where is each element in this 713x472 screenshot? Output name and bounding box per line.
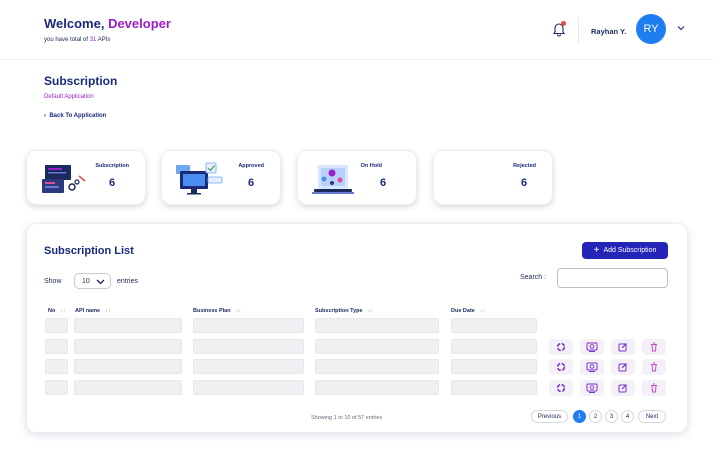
table-cell (451, 339, 537, 354)
table-cell (193, 380, 304, 395)
edit-icon (618, 343, 627, 352)
page-subtitle: Default Application (44, 94, 94, 100)
table-cell (451, 318, 537, 333)
page-title: Subscription (44, 74, 118, 88)
table-cell (315, 359, 439, 374)
card-approved[interactable]: Approved 6 (161, 150, 281, 205)
table-cell (45, 318, 68, 333)
column-header-due-date[interactable]: Due Date ↓↑ (451, 308, 485, 314)
pagination-next[interactable]: Next (638, 410, 666, 423)
column-header-subscription-type[interactable]: Subscription Type ↓↑ (315, 308, 373, 314)
sort-icon: ↓↑ (235, 308, 242, 314)
sort-icon: ↓↑ (105, 308, 111, 314)
refresh-icon (556, 362, 566, 372)
table-cell (451, 359, 537, 374)
header-divider (578, 17, 579, 43)
refresh-icon (556, 383, 566, 393)
refresh-button[interactable] (549, 359, 573, 375)
plus-icon: + (593, 244, 600, 256)
sort-icon: ↓↑ (479, 308, 486, 314)
delete-button[interactable] (642, 359, 666, 375)
show-label: Show (44, 278, 62, 285)
entries-select-value: 10 (82, 277, 90, 285)
notification-dot (561, 21, 566, 26)
view-button[interactable] (580, 339, 604, 355)
refresh-button[interactable] (549, 339, 573, 355)
monitor-search-icon (586, 362, 598, 372)
table-cell (315, 339, 439, 354)
sort-icon: ↓↑ (367, 308, 374, 314)
edit-button[interactable] (611, 380, 635, 396)
pagination-page-1[interactable]: 1 (573, 410, 586, 423)
table-cell (193, 339, 304, 354)
card-value: 6 (109, 177, 116, 189)
card-value: 6 (248, 177, 255, 189)
monitor-search-icon (586, 383, 598, 393)
table-cell (315, 318, 439, 333)
column-header-business-plan[interactable]: Business Plan ↓↑ (193, 308, 241, 314)
view-button[interactable] (580, 359, 604, 375)
table-cell (315, 380, 439, 395)
trash-icon (651, 383, 657, 393)
trash-icon (651, 362, 657, 372)
avatar[interactable]: RY (636, 14, 666, 44)
pagination-previous[interactable]: Previous (531, 410, 568, 423)
table-cell (74, 339, 182, 354)
card-rejected[interactable]: Rejected 6 (433, 150, 553, 205)
table-cell (74, 318, 182, 333)
pagination-page-3[interactable]: 3 (605, 410, 618, 423)
welcome-name: Developer (108, 16, 171, 31)
column-header-no[interactable]: No ↓↑ (48, 308, 66, 314)
edit-button[interactable] (611, 339, 635, 355)
chevron-left-icon: ‹ (44, 113, 46, 119)
card-value: 6 (521, 177, 528, 189)
search-input[interactable] (557, 268, 668, 288)
username[interactable]: Rayhan Y. (591, 27, 626, 36)
card-label: Subscription (95, 163, 129, 169)
refresh-icon (556, 342, 566, 352)
card-label: Rejected (513, 163, 536, 169)
edit-button[interactable] (611, 359, 635, 375)
table-cell (451, 380, 537, 395)
card-on-hold[interactable]: On Hold 6 (297, 150, 417, 205)
back-link[interactable]: ‹ Back To Application (44, 113, 106, 119)
welcome-title: Welcome, Developer (44, 16, 171, 31)
list-title: Subscription List (44, 245, 134, 257)
card-label: On Hold (360, 163, 382, 169)
pagination-page-2[interactable]: 2 (589, 410, 602, 423)
table-cell (45, 359, 68, 374)
monitor-search-icon (586, 342, 598, 352)
edit-icon (618, 384, 627, 393)
trash-icon (651, 342, 657, 352)
chevron-down-icon[interactable] (676, 23, 686, 33)
table-cell (193, 359, 304, 374)
view-button[interactable] (580, 380, 604, 396)
sort-icon: ↓↑ (60, 308, 66, 314)
add-subscription-button[interactable]: + Add Subscription (582, 242, 668, 259)
on-hold-illustration-icon (312, 165, 354, 194)
pagination-page-4[interactable]: 4 (621, 410, 634, 423)
card-subscription[interactable]: Subscription 6 (26, 150, 146, 205)
delete-button[interactable] (642, 339, 666, 355)
card-label: Approved (238, 163, 264, 169)
search-label: Search : (520, 274, 547, 281)
card-value: 6 (380, 177, 387, 189)
table-cell (45, 380, 68, 395)
column-header-api-name[interactable]: API name ↓↑ (75, 308, 111, 314)
approved-illustration-icon (176, 162, 223, 195)
delete-button[interactable] (642, 380, 666, 396)
table-cell (74, 380, 182, 395)
showing-entries-text: Showing 1 to 10 of 57 entries (311, 415, 383, 421)
edit-icon (618, 363, 627, 372)
apis-count-note: you have total of 31 APIs (44, 37, 111, 43)
subscription-illustration-icon (42, 165, 86, 193)
table-cell (193, 318, 304, 333)
chevron-down-icon (96, 279, 105, 285)
refresh-button[interactable] (549, 380, 573, 396)
entries-label: entries (117, 278, 139, 285)
entries-select[interactable]: 10 (74, 273, 111, 289)
table-cell (74, 359, 182, 374)
table-cell (45, 339, 68, 354)
